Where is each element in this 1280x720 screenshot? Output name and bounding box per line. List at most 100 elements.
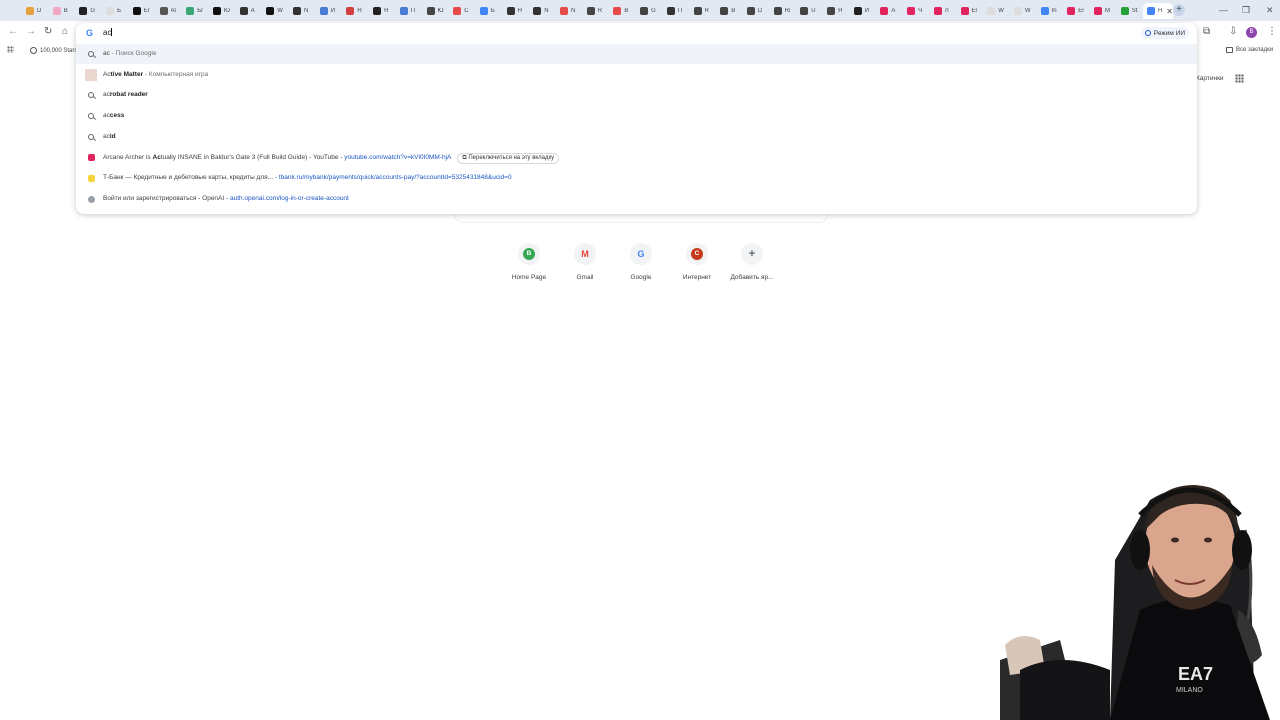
tab[interactable]: R xyxy=(690,3,717,19)
address-bar[interactable]: G ac Режим ИИ xyxy=(76,23,1197,43)
tab[interactable]: B xyxy=(49,3,76,19)
back-icon[interactable]: ← xyxy=(8,26,18,37)
shortcut-tile[interactable]: M Gmail xyxy=(560,243,610,281)
extensions-icon[interactable]: ⧉ xyxy=(1203,26,1210,37)
tab-label: In xyxy=(1051,8,1057,14)
tab-label: St xyxy=(1131,8,1138,14)
suggestion-search[interactable]: access xyxy=(76,106,1197,126)
tab[interactable]: Б xyxy=(476,3,503,19)
home-icon[interactable]: ⌂ xyxy=(62,26,68,37)
search-icon xyxy=(88,113,94,119)
tab[interactable]: И xyxy=(850,3,877,19)
shortcut-tile[interactable]: + Добавить яр... xyxy=(727,243,777,281)
tab[interactable]: В xyxy=(716,3,743,19)
tab[interactable]: П xyxy=(663,3,690,19)
shortcut-icon: B xyxy=(518,243,540,265)
tab-active[interactable]: Н ✕ xyxy=(1143,3,1173,19)
tab[interactable]: И xyxy=(316,3,343,19)
suggestion-entity[interactable]: Active Matter - Компьютерная игра xyxy=(76,65,1197,85)
tab[interactable]: Al xyxy=(156,3,183,19)
suggestion-text: Т-Банк — Кредитные и дебетовые карты, кр… xyxy=(103,174,512,181)
shortcut-tile[interactable]: G Google xyxy=(616,243,666,281)
tab[interactable]: W xyxy=(1010,3,1037,19)
tab[interactable]: Er xyxy=(129,3,156,19)
tab-favicon xyxy=(933,7,942,15)
tab-favicon xyxy=(373,7,382,15)
suggestion-youtube[interactable]: Arcane Archer is Actually INSANE in Bald… xyxy=(76,147,1197,167)
tab-label: D xyxy=(757,8,763,14)
tab[interactable]: Б xyxy=(102,3,129,19)
tab[interactable]: Бг xyxy=(182,3,209,19)
tab[interactable]: Л xyxy=(930,3,957,19)
tab-favicon xyxy=(827,7,835,15)
suggestion-search[interactable]: ac - Поиск Google xyxy=(76,44,1197,64)
suggestion-search[interactable]: acid xyxy=(76,127,1197,147)
new-tab-button[interactable]: + xyxy=(1173,4,1185,16)
shortcut-tile[interactable]: C Интернет xyxy=(672,243,722,281)
tab[interactable]: U xyxy=(796,3,823,19)
folder-icon xyxy=(1226,47,1233,53)
suggestion-tbank[interactable]: Т-Банк — Кредитные и дебетовые карты, кр… xyxy=(76,168,1197,188)
tab[interactable]: Н xyxy=(342,3,369,19)
forward-icon[interactable]: → xyxy=(26,26,36,37)
tab[interactable]: Ю xyxy=(209,3,236,19)
tab[interactable]: W xyxy=(262,3,289,19)
tab[interactable]: Н xyxy=(503,3,530,19)
suggestion-site[interactable]: Войти или зарегистрироваться - OpenAI - … xyxy=(76,189,1197,209)
tab[interactable]: In xyxy=(1037,3,1064,19)
profile-avatar[interactable]: B xyxy=(1246,27,1257,38)
tab[interactable]: Ч xyxy=(903,3,930,19)
tab-label: El xyxy=(971,8,977,14)
window-close-icon[interactable]: ✕ xyxy=(1266,5,1274,16)
close-icon[interactable]: ✕ xyxy=(1166,7,1173,16)
suggestion-search[interactable]: acrobat reader xyxy=(76,85,1197,105)
all-bookmarks-label: Все закладки xyxy=(1236,47,1274,53)
tab[interactable]: Ri xyxy=(770,3,797,19)
switch-to-tab-button[interactable]: ⧉ Переключиться на эту вкладку xyxy=(457,153,560,164)
reload-icon[interactable]: ↻ xyxy=(44,26,52,37)
maximize-icon[interactable]: ❐ xyxy=(1242,5,1250,16)
suggestion-match: Ac xyxy=(103,71,111,78)
suggestion-completion: tive Matter xyxy=(110,71,144,78)
tab[interactable]: В xyxy=(609,3,636,19)
tab[interactable]: П xyxy=(396,3,423,19)
suggestion-text: Arcane Archer is Actually INSANE in Bald… xyxy=(103,153,560,164)
all-bookmarks[interactable]: Все закладки xyxy=(1226,47,1273,53)
tab[interactable]: A xyxy=(236,3,263,19)
images-link[interactable]: Картинки xyxy=(1196,75,1224,82)
google-apps-icon[interactable] xyxy=(1235,74,1244,83)
tab-label: А xyxy=(891,8,896,14)
tab[interactable]: D xyxy=(22,3,49,19)
tab[interactable]: Н xyxy=(369,3,396,19)
tab-label: El xyxy=(1078,8,1084,14)
shortcut-tile[interactable]: B Home Page xyxy=(504,243,554,281)
menu-icon[interactable]: ⋮ xyxy=(1267,26,1277,37)
address-input[interactable]: ac xyxy=(103,28,112,37)
tab[interactable]: Я xyxy=(823,3,850,19)
tab[interactable]: А xyxy=(876,3,903,19)
search-icon xyxy=(88,51,94,57)
tab[interactable]: W xyxy=(983,3,1010,19)
tab-label: Er xyxy=(143,8,150,14)
tab[interactable]: G xyxy=(75,3,102,19)
tab[interactable]: D xyxy=(743,3,770,19)
ai-mode-button[interactable]: Режим ИИ xyxy=(1140,27,1189,39)
tab[interactable]: M xyxy=(1090,3,1117,19)
tab[interactable]: El xyxy=(957,3,984,19)
apps-icon[interactable] xyxy=(7,46,14,53)
tab[interactable]: С xyxy=(449,3,476,19)
tab-favicon xyxy=(746,7,755,15)
tab[interactable]: N xyxy=(556,3,583,19)
tab-label: И xyxy=(330,8,335,14)
tab[interactable]: R xyxy=(583,3,610,19)
tab[interactable]: St xyxy=(1117,3,1144,19)
tab[interactable]: El xyxy=(1063,3,1090,19)
bookmark-item[interactable]: 100,000 Stars xyxy=(30,47,77,54)
tab[interactable]: Ю xyxy=(423,3,450,19)
tab[interactable]: N xyxy=(529,3,556,19)
tab[interactable]: N xyxy=(289,3,316,19)
tab-favicon xyxy=(1040,7,1049,15)
minimize-icon[interactable]: — xyxy=(1219,5,1228,15)
tab[interactable]: G xyxy=(636,3,663,19)
downloads-icon[interactable]: ⇩ xyxy=(1229,26,1237,37)
